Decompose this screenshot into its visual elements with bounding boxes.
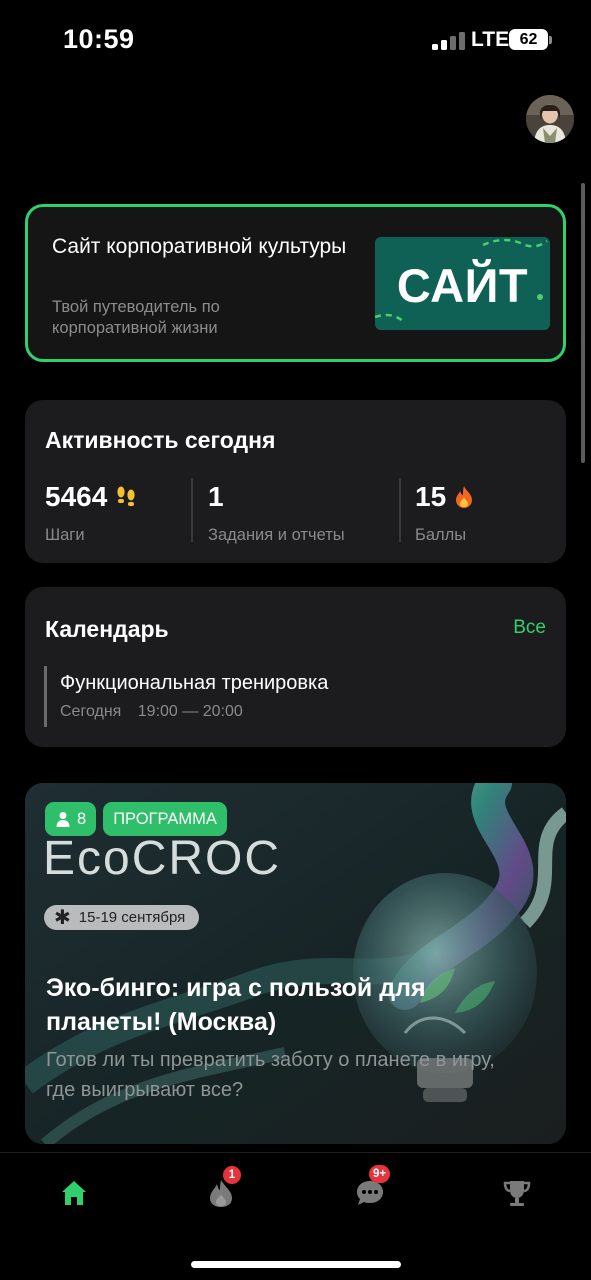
stat-points-label: Баллы: [415, 526, 467, 544]
event-dates: 15-19 сентября: [78, 909, 186, 926]
stat-steps[interactable]: 5464 Шаги: [45, 480, 137, 544]
stat-steps-label: Шаги: [45, 526, 85, 544]
stat-points-value: 15: [415, 481, 447, 512]
trophy-icon: [503, 1181, 531, 1206]
event-time: 19:00 — 20:00: [137, 703, 243, 720]
tab-rating[interactable]: [497, 1173, 537, 1213]
event-day: Сегодня: [60, 703, 122, 720]
calendar-card[interactable]: Календарь Все Функциональная тренировка …: [25, 587, 566, 747]
tab-challenges[interactable]: 1: [201, 1166, 241, 1213]
site-banner-thumbnail: САЙТ: [375, 237, 550, 330]
stat-tasks-label: Задания и отчеты: [208, 526, 345, 544]
event-dates-pill: ✱ 15-19 сентября: [44, 905, 200, 930]
cellular-signal-icon: [432, 32, 466, 50]
chat-bubble-icon: [357, 1181, 383, 1205]
challenges-badge: 1: [223, 1166, 241, 1184]
activity-card[interactable]: Активность сегодня 5464 Шаги 1 Задания и…: [25, 400, 566, 563]
stat-steps-value: 5464: [45, 481, 108, 512]
battery-icon: 62: [509, 29, 548, 50]
program-title: Эко-бинго: игра с пользой для планеты! (…: [46, 974, 426, 1036]
person-icon: [56, 812, 70, 827]
event-title: Функциональная тренировка: [60, 672, 329, 694]
program-description: Готов ли ты превратить заботу о планете …: [46, 1049, 495, 1101]
asterisk-icon: ✱: [54, 906, 71, 929]
calendar-event[interactable]: Функциональная тренировка Сегодня 19:00 …: [44, 666, 328, 727]
battery-cap: [549, 36, 552, 44]
tab-chat[interactable]: 9+: [350, 1165, 391, 1213]
chat-badge: 9+: [369, 1165, 391, 1183]
stat-tasks[interactable]: 1 Задания и отчеты: [208, 480, 345, 544]
status-bar: 10:59 LTE 62: [0, 0, 591, 80]
stat-tasks-value: 1: [208, 481, 224, 512]
program-card[interactable]: 8 ПРОГРАММА EcoCROC ✱ 15-19 сентября Эко…: [25, 783, 566, 1144]
status-time: 10:59: [63, 24, 135, 54]
site-banner-title: Сайт корпоративной культуры: [52, 235, 347, 258]
stat-divider: [191, 478, 193, 542]
scroll-indicator[interactable]: [581, 183, 585, 463]
home-icon: [62, 1181, 86, 1205]
corporate-site-banner[interactable]: Сайт корпоративной культуры Твой путевод…: [25, 204, 566, 362]
participants-count: 8: [77, 809, 87, 828]
stat-divider: [399, 478, 401, 542]
fire-icon: [456, 486, 473, 508]
home-indicator[interactable]: [191, 1261, 401, 1268]
tab-home[interactable]: [54, 1173, 94, 1213]
calendar-title: Календарь: [45, 616, 169, 642]
site-thumbnail-text: САЙТ: [396, 259, 529, 312]
footsteps-icon: [117, 486, 135, 506]
site-banner-subtitle: Твой путеводитель по корпоративной жизни: [52, 298, 220, 337]
ecocroc-logo: EcoCROC: [43, 832, 282, 885]
network-type: LTE: [471, 28, 510, 51]
stat-points[interactable]: 15 Баллы: [415, 480, 474, 544]
profile-avatar[interactable]: [526, 95, 574, 143]
calendar-all-link[interactable]: Все: [513, 617, 546, 639]
activity-title: Активность сегодня: [45, 427, 276, 453]
